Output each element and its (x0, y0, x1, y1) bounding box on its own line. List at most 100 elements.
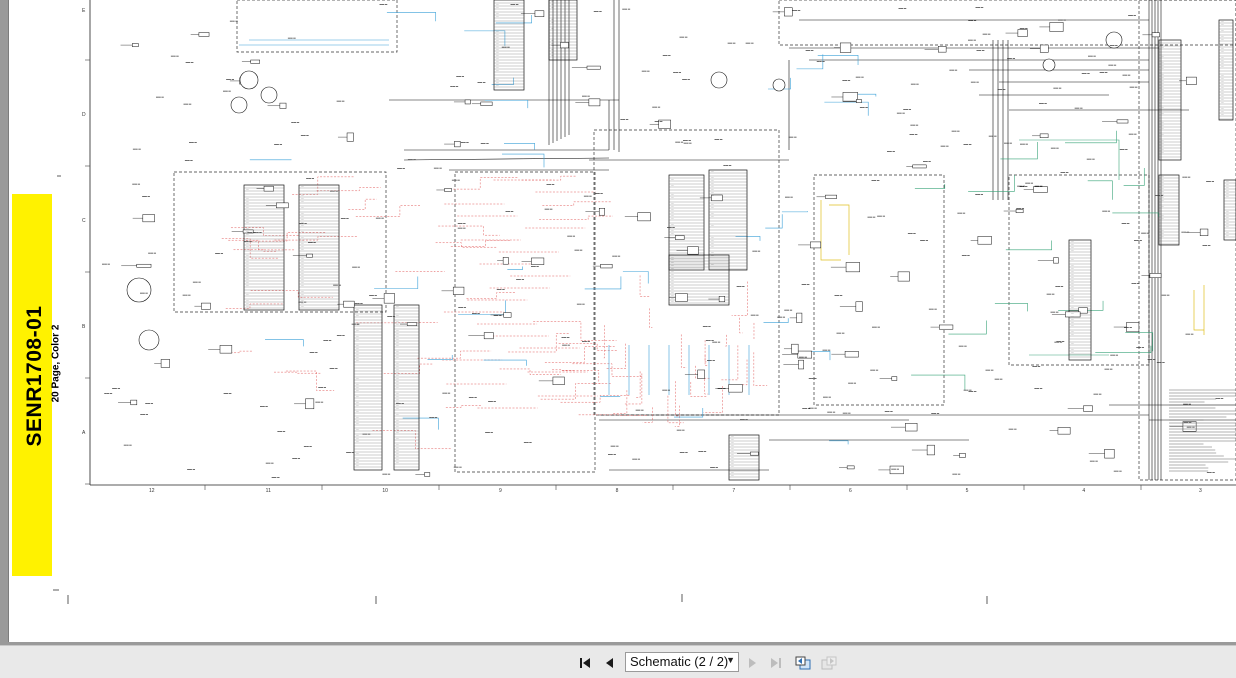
svg-text:⋯: ⋯ (396, 387, 398, 390)
svg-text:▬▬ ▬: ▬▬ ▬ (1058, 18, 1066, 21)
page-select[interactable]: Schematic (2 / 2) ▼ (625, 652, 739, 672)
svg-text:▬▬ ▬: ▬▬ ▬ (802, 283, 810, 286)
column-number: 5 (965, 488, 969, 494)
svg-text:▬▬ ▬: ▬▬ ▬ (995, 377, 1003, 380)
svg-text:▬▬ ▬: ▬▬ ▬ (183, 293, 191, 296)
svg-text:▬▬ ▬: ▬▬ ▬ (1132, 282, 1140, 285)
svg-text:▬▬ ▬: ▬▬ ▬ (746, 41, 754, 44)
svg-text:▬▬ ▬: ▬▬ ▬ (458, 222, 466, 225)
svg-text:▬▬ ▬: ▬▬ ▬ (582, 340, 590, 343)
svg-text:⋯: ⋯ (396, 315, 398, 318)
chevron-down-icon: ▼ (726, 655, 735, 665)
svg-text:▬▬ ▬: ▬▬ ▬ (1124, 326, 1132, 329)
svg-text:▬▬ ▬: ▬▬ ▬ (562, 336, 570, 339)
svg-text:▬▬ ▬: ▬▬ ▬ (330, 367, 338, 370)
svg-text:▬▬ ▬: ▬▬ ▬ (1128, 14, 1136, 17)
svg-text:⋯: ⋯ (1221, 114, 1223, 117)
svg-text:⋯: ⋯ (301, 186, 303, 189)
svg-text:▬▬ ▬: ▬▬ ▬ (545, 207, 553, 210)
svg-text:⋯: ⋯ (1221, 102, 1223, 105)
svg-text:⋯: ⋯ (671, 233, 673, 236)
svg-text:⋯: ⋯ (246, 306, 248, 309)
svg-text:▬▬ ▬: ▬▬ ▬ (872, 179, 880, 182)
row-letter: E (82, 8, 86, 14)
go-back-button[interactable] (794, 655, 811, 671)
last-page-button[interactable] (768, 655, 784, 671)
svg-text:▬▬ ▬: ▬▬ ▬ (187, 468, 195, 471)
svg-text:⋯: ⋯ (1161, 200, 1163, 203)
svg-text:⋯: ⋯ (1071, 343, 1073, 346)
svg-text:▬▬ ▬: ▬▬ ▬ (698, 450, 706, 453)
svg-text:⋯: ⋯ (731, 466, 733, 469)
svg-text:▬▬ ▬: ▬▬ ▬ (1088, 55, 1096, 58)
svg-text:⋯: ⋯ (1161, 134, 1163, 137)
svg-text:▬▬ ▬: ▬▬ ▬ (450, 85, 458, 88)
svg-text:▬▬ ▬: ▬▬ ▬ (608, 453, 616, 456)
svg-text:▬▬ ▬: ▬▬ ▬ (461, 141, 469, 144)
svg-text:⋯: ⋯ (1071, 259, 1073, 262)
schematic-page[interactable]: SENR1708-01 20 Page, Color 2 ⋯ ⋯ ⋯ ⋯ ⋯ ⋯… (9, 0, 1236, 642)
svg-text:▬▬ ▬: ▬▬ ▬ (189, 141, 197, 144)
svg-text:⋯: ⋯ (356, 309, 358, 312)
svg-text:▬▬ ▬: ▬▬ ▬ (408, 158, 416, 161)
svg-text:⋯: ⋯ (496, 16, 498, 19)
svg-text:▬▬ ▬: ▬▬ ▬ (877, 214, 885, 217)
svg-text:▬▬ ▬: ▬▬ ▬ (104, 392, 112, 395)
svg-text:▬▬ ▬: ▬▬ ▬ (740, 418, 748, 421)
svg-text:▬▬ ▬: ▬▬ ▬ (1061, 171, 1069, 174)
svg-text:▬▬ ▬: ▬▬ ▬ (226, 78, 234, 81)
svg-text:▬▬ ▬: ▬▬ ▬ (1114, 469, 1122, 472)
svg-text:⋯: ⋯ (1221, 30, 1223, 33)
svg-text:⋯: ⋯ (1226, 226, 1228, 229)
svg-text:▬▬ ▬: ▬▬ ▬ (1162, 293, 1170, 296)
previous-page-icon (606, 658, 613, 668)
svg-text:▬▬ ▬: ▬▬ ▬ (299, 222, 307, 225)
svg-text:▬▬ ▬: ▬▬ ▬ (1183, 403, 1191, 406)
svg-text:▬▬ ▬: ▬▬ ▬ (1090, 459, 1098, 462)
svg-text:⋯: ⋯ (1221, 51, 1223, 54)
svg-text:▬▬ ▬: ▬▬ ▬ (827, 410, 835, 413)
svg-text:▬▬ ▬: ▬▬ ▬ (382, 472, 390, 475)
svg-text:▬▬ ▬: ▬▬ ▬ (612, 255, 620, 258)
svg-text:▬▬ ▬: ▬▬ ▬ (1054, 341, 1062, 344)
svg-text:▬▬ ▬: ▬▬ ▬ (663, 54, 671, 57)
svg-text:▬▬ ▬: ▬▬ ▬ (1034, 387, 1042, 390)
svg-text:▬▬ ▬: ▬▬ ▬ (142, 195, 150, 198)
svg-text:▬▬ ▬: ▬▬ ▬ (1087, 158, 1095, 161)
svg-text:▬▬ ▬: ▬▬ ▬ (1122, 222, 1130, 225)
svg-text:▬▬ ▬: ▬▬ ▬ (941, 145, 949, 148)
svg-text:▬▬ ▬: ▬▬ ▬ (848, 382, 856, 385)
svg-text:▬▬ ▬: ▬▬ ▬ (860, 106, 868, 109)
svg-text:⋯: ⋯ (246, 294, 248, 297)
svg-text:⋯: ⋯ (496, 7, 498, 10)
svg-text:▬▬ ▬: ▬▬ ▬ (1157, 361, 1165, 364)
page-select-value: Schematic (2 / 2) (630, 654, 729, 669)
svg-text:▬▬ ▬: ▬▬ ▬ (843, 412, 851, 415)
document-viewer[interactable]: SENR1708-01 20 Page, Color 2 ⋯ ⋯ ⋯ ⋯ ⋯ ⋯… (0, 0, 1236, 645)
next-page-button[interactable] (745, 655, 761, 671)
svg-text:▬▬ ▬: ▬▬ ▬ (971, 81, 979, 84)
svg-text:⋯: ⋯ (396, 306, 398, 309)
svg-text:▬▬ ▬: ▬▬ ▬ (1020, 142, 1028, 145)
svg-text:▬▬ ▬: ▬▬ ▬ (306, 177, 314, 180)
svg-text:⋯: ⋯ (731, 475, 733, 478)
svg-text:⋯: ⋯ (711, 264, 713, 267)
svg-text:▬▬ ▬: ▬▬ ▬ (1047, 292, 1055, 295)
svg-text:▬▬ ▬: ▬▬ ▬ (133, 148, 141, 151)
svg-text:▬▬ ▬: ▬▬ ▬ (132, 183, 140, 186)
svg-text:⋯: ⋯ (1221, 66, 1223, 69)
column-number: 4 (1082, 488, 1086, 494)
svg-text:⋯: ⋯ (1071, 334, 1073, 337)
svg-text:▬▬ ▬: ▬▬ ▬ (454, 465, 462, 468)
svg-text:▬▬ ▬: ▬▬ ▬ (897, 112, 905, 115)
svg-text:⋯: ⋯ (1071, 250, 1073, 253)
svg-text:⋯: ⋯ (396, 345, 398, 348)
first-page-button[interactable] (577, 655, 593, 671)
go-forward-button[interactable] (820, 655, 837, 671)
svg-text:⋯: ⋯ (496, 85, 498, 88)
svg-text:▬▬ ▬: ▬▬ ▬ (817, 60, 825, 63)
svg-text:⋯: ⋯ (671, 218, 673, 221)
previous-page-button[interactable] (601, 655, 617, 671)
svg-text:▬▬ ▬: ▬▬ ▬ (584, 194, 592, 197)
svg-text:▬▬ ▬: ▬▬ ▬ (968, 19, 976, 22)
